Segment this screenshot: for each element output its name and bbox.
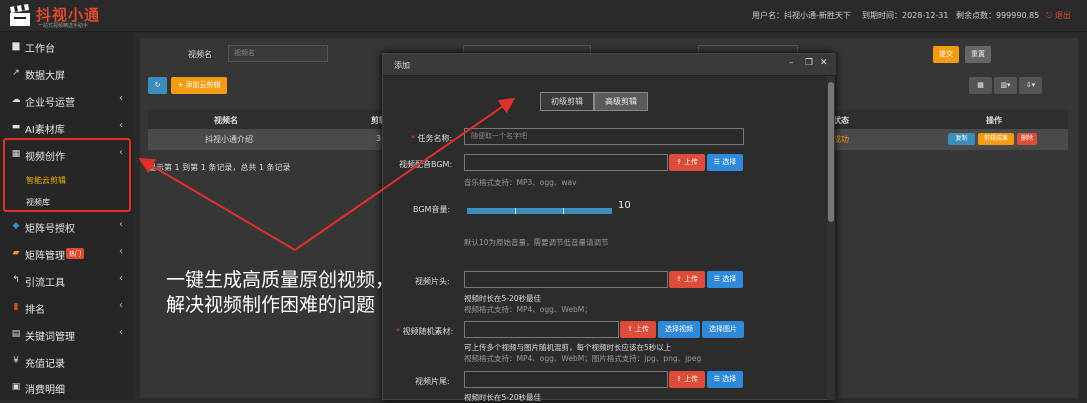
arrow-to-sidebar bbox=[138, 157, 296, 251]
arrow-to-tabs bbox=[294, 97, 516, 251]
annotation-arrows bbox=[138, 97, 516, 251]
